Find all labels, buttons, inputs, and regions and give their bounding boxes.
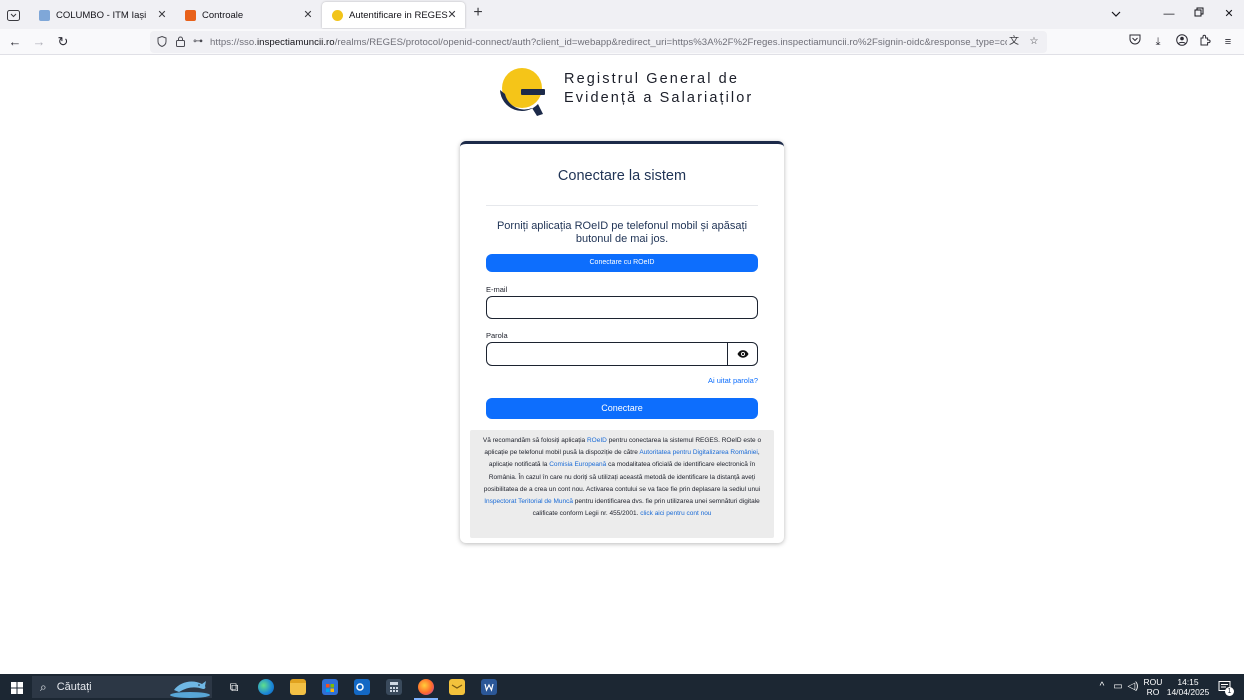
card-title: Conectare la sistem xyxy=(557,168,687,184)
restore-icon[interactable] xyxy=(1190,6,1208,22)
close-window-icon[interactable]: ✕ xyxy=(1220,6,1238,22)
adr-link[interactable]: Autoritatea pentru Digitalizarea Românie… xyxy=(639,449,758,456)
eye-icon xyxy=(737,345,749,363)
calculator-icon[interactable] xyxy=(386,679,402,695)
navigation-toolbar: ← → ↻ ⊶ https://sso.inspectiamuncii.ro/r… xyxy=(0,29,1244,55)
keyboard-layout: RO xyxy=(1146,687,1160,697)
clock-date: 14/04/2025 xyxy=(1166,687,1210,697)
brand-line-2: Evidență a Salariaților xyxy=(564,90,754,106)
extensions-icon[interactable] xyxy=(1197,34,1213,50)
info-text: Vă recomandăm să folosiți aplicația xyxy=(482,437,587,444)
close-tab-icon[interactable]: ✕ xyxy=(155,8,169,22)
notification-count-badge: 1 xyxy=(1225,687,1234,696)
minimize-icon[interactable]: — xyxy=(1160,6,1178,22)
reload-icon[interactable]: ↻ xyxy=(55,34,71,50)
reges-logo-icon xyxy=(497,66,549,118)
chevron-up-icon[interactable]: ^ xyxy=(1096,681,1108,693)
new-account-link[interactable]: click aici pentru cont nou xyxy=(640,510,711,517)
input-language[interactable]: ROU RO xyxy=(1143,677,1163,697)
password-field[interactable] xyxy=(486,342,728,366)
translate-icon[interactable]: 文 xyxy=(1007,35,1021,49)
search-highlight-dolphin-icon xyxy=(168,676,212,698)
itm-link[interactable]: Inspectorat Teritorial de Muncă xyxy=(484,498,573,505)
columbo-favicon-icon xyxy=(39,9,50,21)
show-password-button[interactable] xyxy=(727,342,758,366)
outlook-icon[interactable] xyxy=(354,679,370,695)
tab-autentificare[interactable]: Autentificare in REGES ✕ xyxy=(322,2,465,28)
task-view-icon[interactable]: ⧉ xyxy=(226,679,242,695)
password-label: Parola xyxy=(486,331,508,340)
tab-controale[interactable]: Controale ✕ xyxy=(175,2,321,28)
url-text[interactable]: https://sso.inspectiamuncii.ro/realms/RE… xyxy=(210,37,1007,48)
language-code: ROU xyxy=(1143,677,1163,687)
windows-taskbar: ⌕ Căutați ⧉ ^ ▭ ◁) ROU RO 14:15 14/04/20… xyxy=(0,674,1244,700)
search-icon: ⌕ xyxy=(40,679,47,694)
card-divider xyxy=(486,205,758,206)
list-all-tabs-icon[interactable] xyxy=(5,7,21,23)
firefox-icon[interactable] xyxy=(414,679,438,700)
mail-folder-icon[interactable] xyxy=(449,679,465,695)
close-tab-icon[interactable]: ✕ xyxy=(445,8,459,22)
windows-start-icon[interactable] xyxy=(11,681,23,694)
edge-browser-icon[interactable] xyxy=(258,679,274,695)
forward-arrow-icon[interactable]: → xyxy=(31,34,47,50)
search-placeholder: Căutați xyxy=(56,681,92,693)
roeid-instruction: Porniți aplicația ROeID pe telefonul mob… xyxy=(496,220,748,245)
new-tab-icon[interactable]: + xyxy=(470,5,486,22)
email-field[interactable] xyxy=(486,296,758,319)
chevron-down-icon[interactable] xyxy=(1107,6,1125,22)
login-card: Conectare la sistem Porniți aplicația RO… xyxy=(460,141,784,543)
reges-favicon-icon xyxy=(332,9,343,21)
url-prefix: https://sso. xyxy=(210,36,257,48)
close-tab-icon[interactable]: ✕ xyxy=(301,8,315,22)
roeid-info-box: Vă recomandăm să folosiți aplicația ROeI… xyxy=(470,430,774,538)
file-explorer-icon[interactable] xyxy=(290,679,306,695)
volume-icon[interactable]: ◁) xyxy=(1127,681,1139,693)
brand-name: Registrul General de Evidență a Salariaț… xyxy=(564,70,753,108)
taskbar-search-input[interactable]: ⌕ Căutați xyxy=(32,676,212,698)
controale-favicon-icon xyxy=(185,9,196,21)
menu-hamburger-icon[interactable]: ≡ xyxy=(1220,34,1236,50)
pocket-icon[interactable] xyxy=(1127,34,1143,50)
tab-title: Autentificare in REGES xyxy=(349,9,448,21)
roeid-link[interactable]: ROeID xyxy=(587,437,607,444)
email-label: E-mail xyxy=(486,285,508,294)
tab-columbo[interactable]: COLUMBO - ITM Iași ✕ xyxy=(29,2,175,28)
url-bar[interactable]: ⊶ https://sso.inspectiamuncii.ro/realms/… xyxy=(150,31,1047,53)
tab-strip: COLUMBO - ITM Iași ✕ Controale ✕ Autenti… xyxy=(0,0,1244,29)
european-commission-link[interactable]: Comisia Europeană xyxy=(549,461,606,468)
network-icon[interactable]: ▭ xyxy=(1112,681,1124,693)
url-domain: inspectiamuncii.ro xyxy=(257,36,335,48)
notifications-icon[interactable]: 1 xyxy=(1218,680,1234,696)
download-icon[interactable]: ⤓ xyxy=(1150,34,1166,50)
permissions-key-icon[interactable]: ⊶ xyxy=(192,36,204,48)
lock-icon[interactable] xyxy=(174,36,186,48)
roeid-login-button[interactable]: Conectare cu ROeID xyxy=(486,254,758,272)
microsoft-store-icon[interactable] xyxy=(322,679,338,695)
tab-title: Controale xyxy=(202,9,244,21)
tab-title: COLUMBO - ITM Iași xyxy=(56,9,147,21)
back-arrow-icon[interactable]: ← xyxy=(7,34,23,50)
forgot-password-link[interactable]: Ai uitat parola? xyxy=(708,376,758,385)
account-icon[interactable] xyxy=(1174,34,1190,50)
bookmark-star-icon[interactable]: ☆ xyxy=(1027,35,1041,49)
login-button[interactable]: Conectare xyxy=(486,398,758,419)
tracking-shield-icon[interactable] xyxy=(156,35,168,48)
clock[interactable]: 14:15 14/04/2025 xyxy=(1166,677,1210,697)
brand-line-1: Registrul General de xyxy=(564,71,739,87)
word-icon[interactable] xyxy=(481,679,497,695)
url-path: /realms/REGES/protocol/openid-connect/au… xyxy=(334,36,1007,48)
clock-time: 14:15 xyxy=(1177,677,1199,687)
